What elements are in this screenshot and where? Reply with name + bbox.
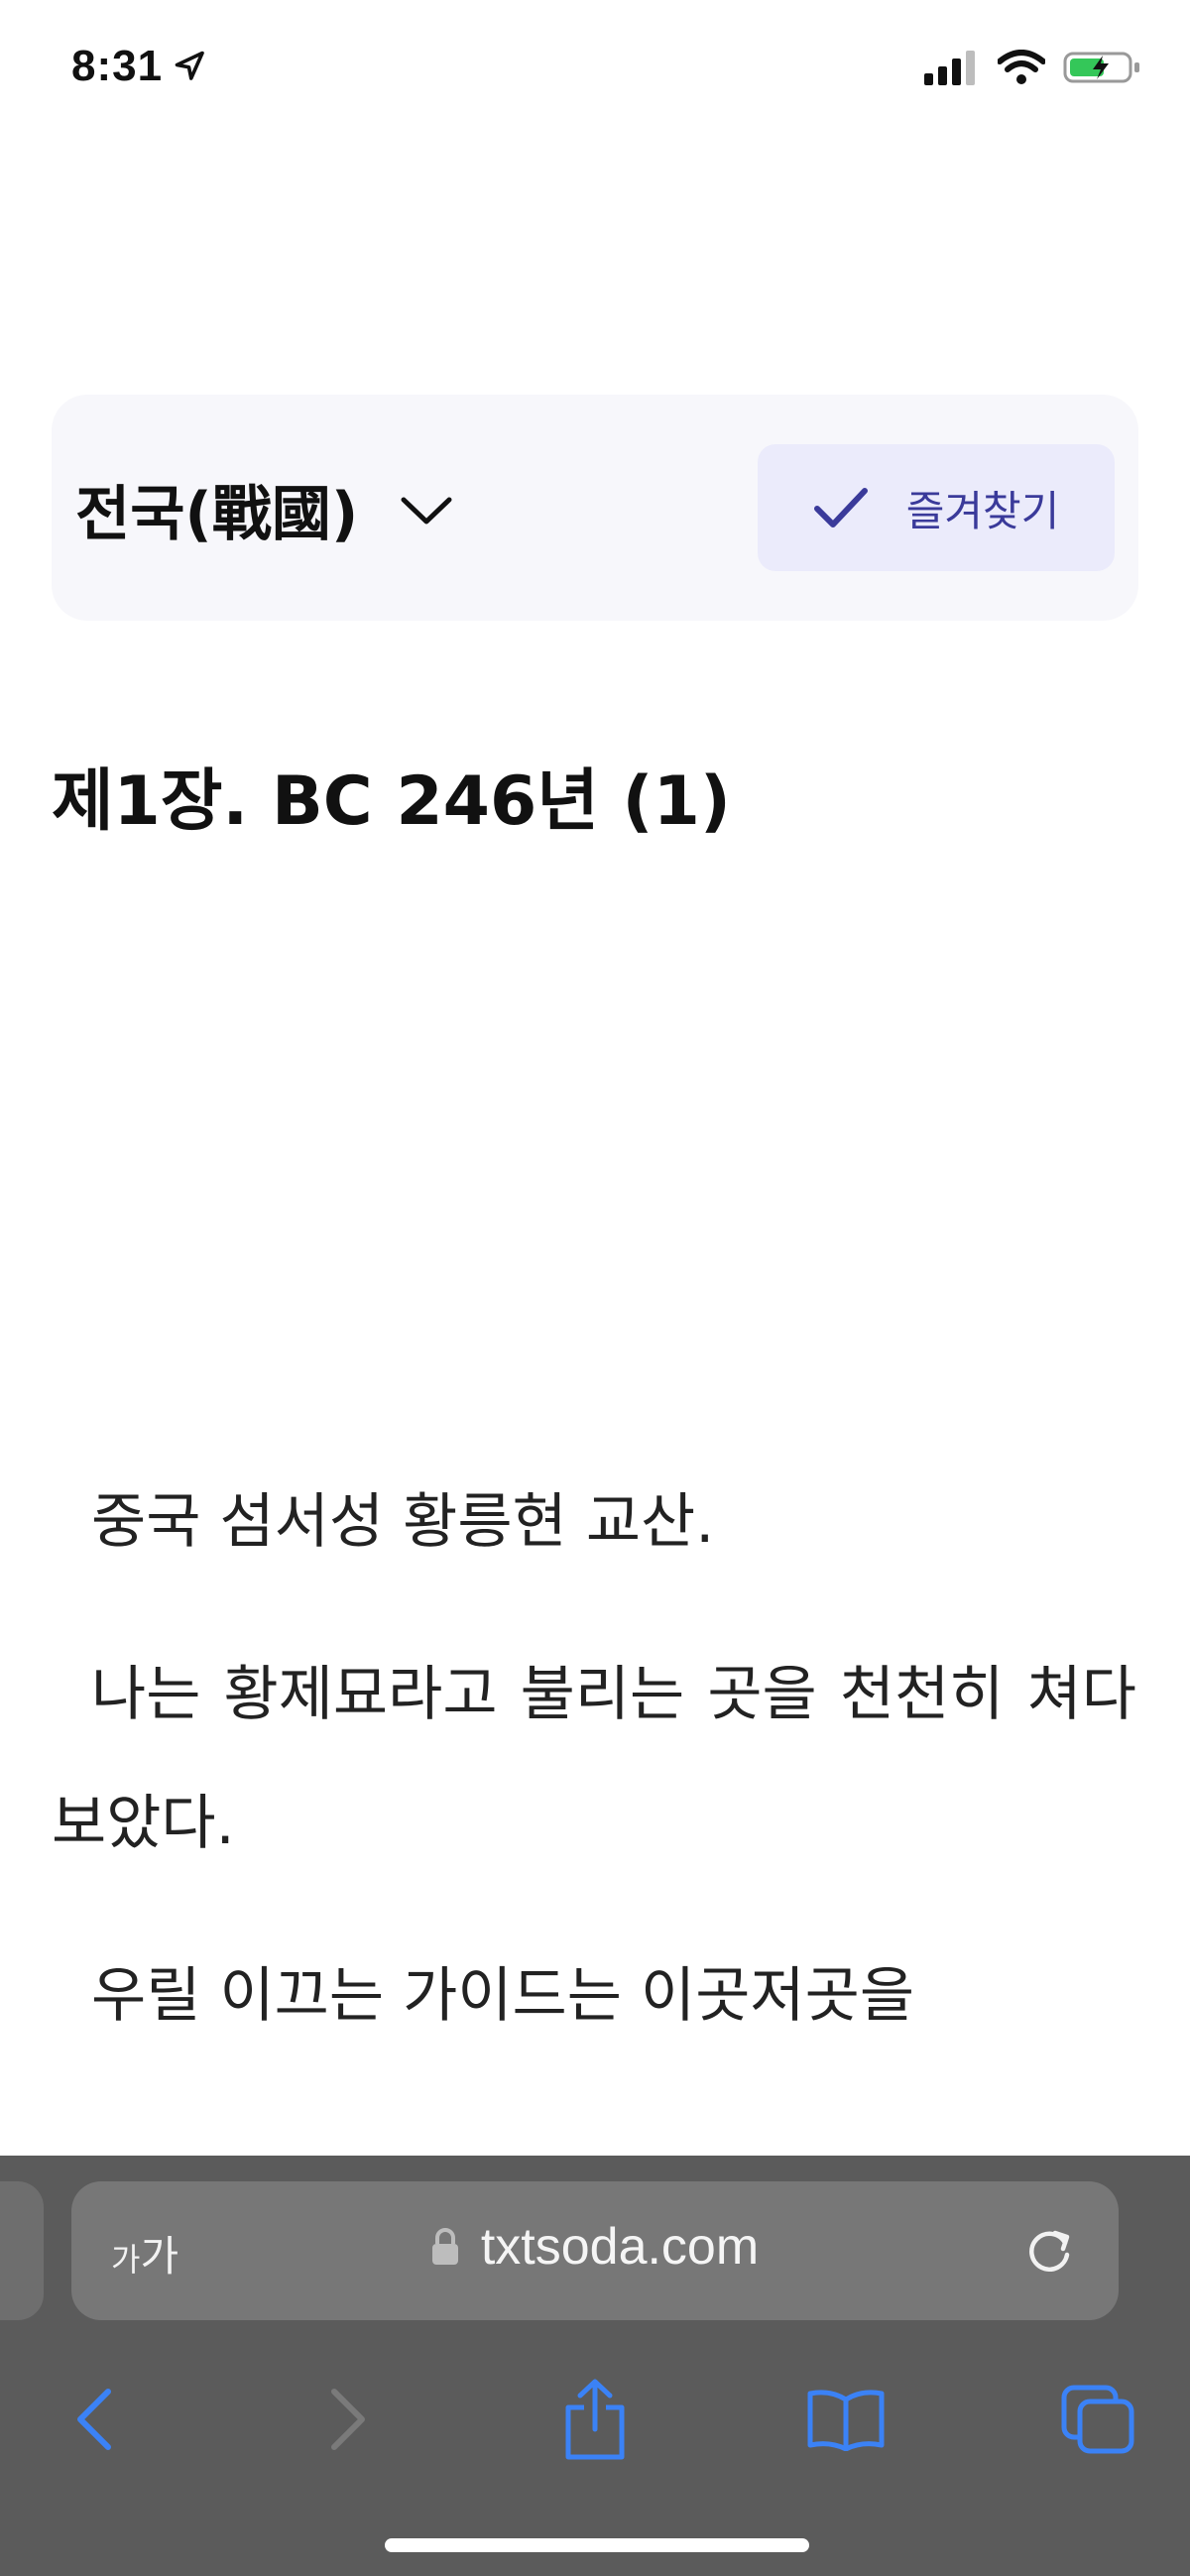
favorite-button[interactable]: 즐겨찾기 [758, 444, 1115, 571]
location-arrow-icon [175, 51, 204, 80]
status-bar: 8:31 [0, 0, 1190, 149]
paragraph: 나는 황제묘라고 불리는 곳을 천천히 쳐다보았다. [52, 1660, 1136, 1858]
status-icons [924, 50, 1142, 85]
bookmarks-button[interactable] [801, 2360, 891, 2479]
time-text: 8:31 [71, 42, 164, 90]
back-button[interactable] [60, 2360, 129, 2479]
favorite-label: 즐겨찾기 [905, 486, 1060, 535]
paragraph: 중국 섬서성 황릉현 교산. [91, 1487, 715, 1557]
checkmark-icon [813, 488, 868, 527]
url-display[interactable]: txtsoda.com [71, 2217, 1119, 2277]
share-icon [565, 2379, 625, 2460]
chapter-title: 제1장. BC 246년 (1) [52, 762, 731, 841]
chevron-down-icon [401, 497, 452, 524]
novel-selector[interactable]: 전국(戰國) [75, 466, 455, 552]
battery-charging-icon [1063, 52, 1139, 83]
share-button[interactable] [555, 2360, 635, 2479]
browser-nav-row [0, 2360, 1190, 2479]
cellular-signal-icon [924, 51, 975, 85]
chevron-left-icon [77, 2389, 111, 2450]
previous-tab-peek[interactable] [0, 2181, 44, 2320]
address-bar[interactable]: 가가 txtsoda.com [71, 2181, 1119, 2320]
book-icon [807, 2390, 885, 2451]
wifi-icon [998, 50, 1045, 84]
reload-icon[interactable] [1021, 2223, 1077, 2279]
novel-header-card: 전국(戰國) 즐겨찾기 [52, 395, 1138, 621]
browser-toolbar: 가가 txtsoda.com [0, 2156, 1190, 2576]
tabs-button[interactable] [1053, 2360, 1142, 2479]
chevron-right-icon [331, 2389, 365, 2450]
tabs-icon [1061, 2385, 1134, 2454]
chapter-content: 중국 섬서성 황릉현 교산. 나는 황제묘라고 불리는 곳을 천천히 쳐다보았다… [52, 1458, 1136, 2104]
status-time: 8:31 [71, 42, 208, 91]
lock-icon [431, 2228, 458, 2265]
novel-title: 전국(戰國) [75, 480, 359, 549]
forward-button[interactable] [313, 2360, 383, 2479]
paragraph: 우릴 이끄는 가이드는 이곳저곳을 [91, 1961, 915, 2031]
home-indicator [385, 2538, 809, 2552]
url-text: txtsoda.com [480, 2218, 760, 2276]
